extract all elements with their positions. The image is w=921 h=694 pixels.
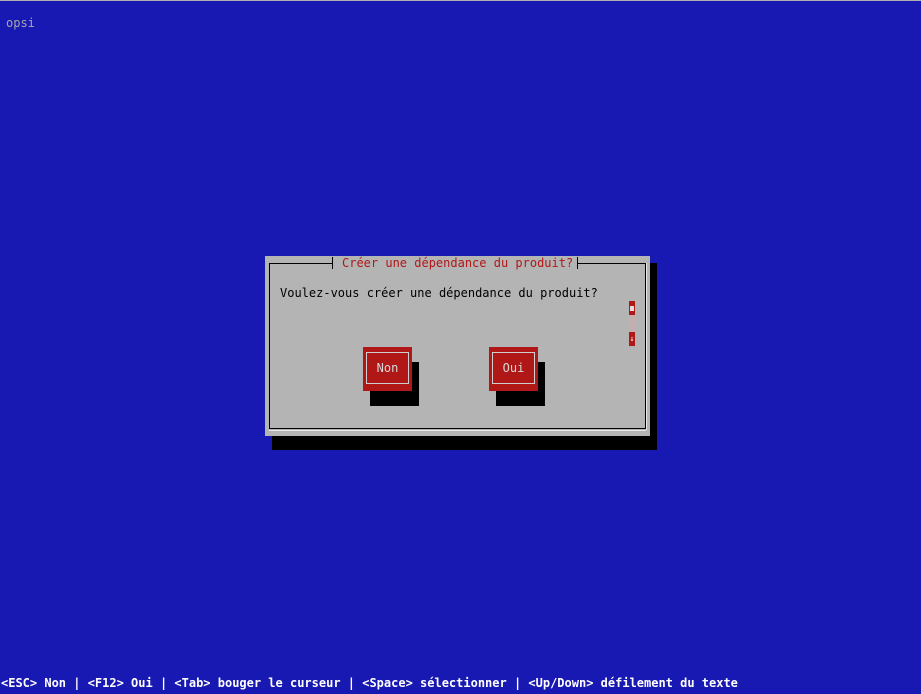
dialog-title: Créer une dépendance du produit? xyxy=(331,256,579,270)
text-scrollbar[interactable]: ↓ xyxy=(629,301,635,346)
dialog-message: Voulez-vous créer une dépendance du prod… xyxy=(280,286,598,300)
scroll-down-icon[interactable]: ↓ xyxy=(629,332,635,346)
scroll-up-icon[interactable] xyxy=(629,301,635,315)
no-button[interactable]: Non xyxy=(363,347,412,391)
scroll-track[interactable] xyxy=(629,315,635,332)
dialog-title-text: Créer une dépendance du produit? xyxy=(342,256,574,270)
app-title: opsi xyxy=(6,16,35,30)
status-bar-help: <ESC> Non | <F12> Oui | <Tab> bouger le … xyxy=(1,676,738,690)
top-border xyxy=(0,0,921,1)
no-button-label: Non xyxy=(366,352,409,384)
dialog-title-bracket xyxy=(577,257,579,269)
dialog-frame-highlight-right xyxy=(646,263,647,430)
dialog-frame-highlight-bottom xyxy=(269,430,646,431)
yes-button-label: Oui xyxy=(492,352,535,384)
confirm-dialog: Créer une dépendance du produit? Voulez-… xyxy=(265,256,650,436)
yes-button[interactable]: Oui xyxy=(489,347,538,391)
